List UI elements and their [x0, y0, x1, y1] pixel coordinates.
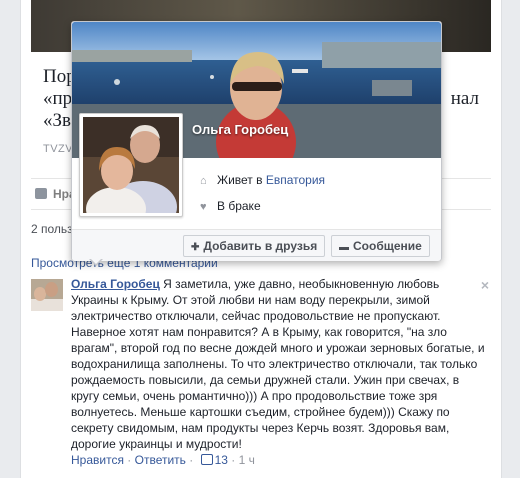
lives-in-label: Живет в [217, 173, 263, 187]
like-thumb-icon [35, 188, 47, 199]
profile-hovercard: Ольга Горобец ⌂ Живет в Евпатория ♥ В брак… [71, 21, 442, 266]
comment-text-line: Украины к Крыму. От этой любви ни нам во… [71, 293, 430, 307]
comment-text-line: секрету свидомым, нам продукты через Кер… [71, 421, 450, 435]
like-button[interactable]: Нра [35, 187, 76, 201]
separator: · [123, 453, 135, 467]
comment-text-line: водохранилища заполнены. То что электрич… [71, 357, 478, 371]
add-friend-icon: ✚ [191, 242, 200, 253]
comment-text-line: врагам", второй год по весне дождей мног… [71, 341, 485, 355]
relationship-status: В браке [217, 199, 261, 213]
comment-text-line: Я заметила, уже давно, необыкновенную лю… [159, 277, 440, 291]
likes-summary[interactable]: 2 польз [31, 222, 73, 236]
add-friend-label: Добавить в друзья [203, 239, 318, 253]
heart-icon: ♥ [200, 201, 207, 213]
comment-author-link[interactable]: Ольга Горобец [71, 277, 160, 291]
comment-text-line: кругу семьи, очень романтично))) А про п… [71, 389, 438, 403]
relationship-row: ♥ В браке [200, 198, 325, 224]
comment-body: Ольга Горобец Я заметила, уже давно, нео… [71, 276, 485, 468]
comment-text-line: рождаемость повысили, да семьи дружней с… [71, 373, 460, 387]
comment-timestamp[interactable]: 1 ч [239, 453, 255, 467]
comment-meta: Нравится · Ответить · 13 · 1 ч [71, 452, 481, 468]
comment-reply-link[interactable]: Ответить [135, 453, 186, 467]
hovercard-pointer [89, 258, 103, 266]
message-button[interactable]: ▬ Сообщение [331, 235, 430, 257]
home-icon: ⌂ [200, 175, 207, 187]
commenter-avatar[interactable] [31, 279, 63, 311]
message-label: Сообщение [353, 239, 422, 253]
separator: · [227, 453, 239, 467]
message-icon: ▬ [339, 242, 349, 253]
add-friend-button[interactable]: ✚ Добавить в друзья [183, 235, 326, 257]
comment-text-line: Наверное хотят нам понравится? А в Крыму… [71, 325, 447, 339]
comment-like-link[interactable]: Нравится [71, 453, 124, 467]
profile-info: ⌂ Живет в Евпатория ♥ В браке [200, 172, 325, 224]
lives-in-row: ⌂ Живет в Евпатория [200, 172, 325, 198]
comment-likes-count[interactable]: 13 [215, 453, 228, 467]
link-domain: TVZV [43, 143, 74, 155]
like-thumb-icon [200, 454, 213, 465]
comment-text-line: волнуетесь. Меньше картошки съедим, стро… [71, 405, 450, 419]
close-icon[interactable]: × [481, 277, 489, 293]
hovercard-footer: ✚ Добавить в друзья ▬ Сообщение [72, 229, 441, 261]
comment-text-line: дорогие украинцы и мудрости! [71, 437, 242, 451]
comment-text-line: электричество отключали, сейчас продовол… [71, 309, 441, 323]
profile-picture[interactable] [79, 113, 183, 217]
separator: · [185, 453, 197, 467]
link-title-fragment: нал [450, 88, 479, 109]
lives-in-city-link[interactable]: Евпатория [266, 173, 325, 187]
profile-name[interactable]: Ольга Горобец [192, 122, 288, 137]
